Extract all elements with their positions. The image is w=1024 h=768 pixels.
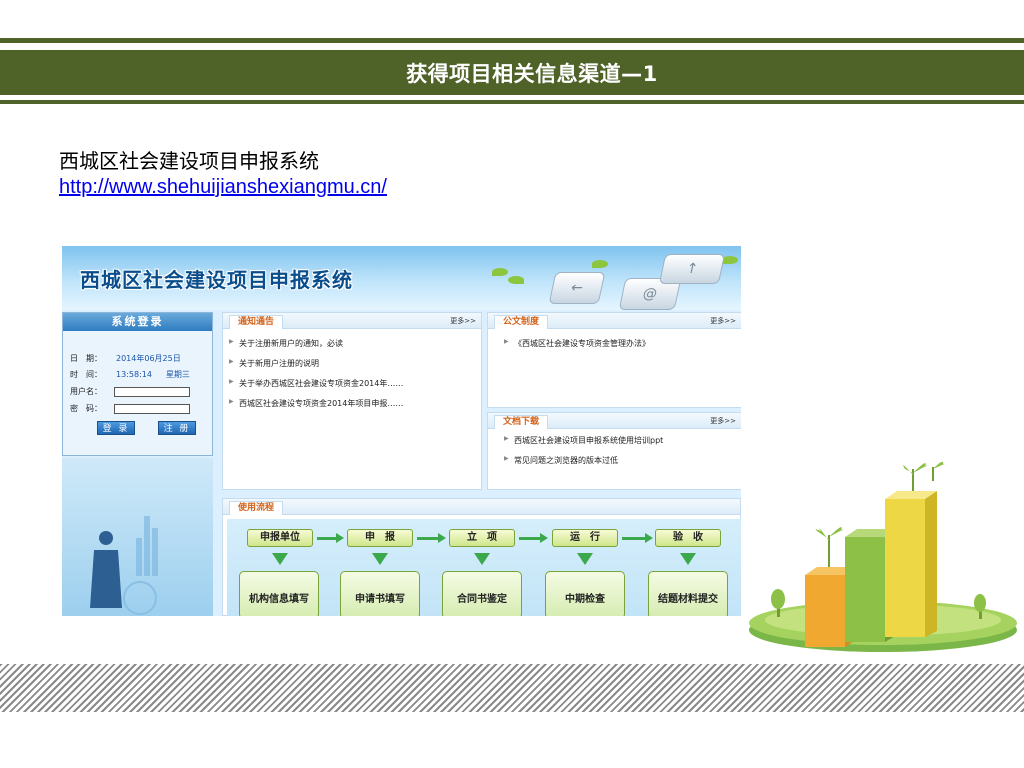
policies-more-link[interactable]: 更多>> bbox=[710, 316, 736, 326]
flow-step: 申报单位 bbox=[247, 529, 313, 547]
keyboard-key-icon: ← bbox=[548, 272, 606, 304]
slide-title: 获得项目相关信息渠道—1 bbox=[406, 61, 658, 86]
notice-item[interactable]: 西城区社会建设专项资金2014年项目申报…… bbox=[229, 398, 481, 409]
flow-box: 合同书鉴定 bbox=[442, 571, 522, 616]
flow-box: 中期检查 bbox=[545, 571, 625, 616]
usage-flow-panel: 使用流程 申报单位 申 报 立 项 运 行 验 收 机构信息填写 申请书填写 合… bbox=[222, 498, 741, 616]
business-figure-icon bbox=[90, 516, 158, 615]
flow-down-arrow bbox=[474, 553, 490, 565]
system-name: 西城区社会建设项目申报系统 bbox=[59, 149, 319, 173]
header-band-bottom-rule bbox=[0, 100, 1024, 104]
password-label: 密 码： bbox=[70, 404, 102, 413]
notices-panel: 通知通告 更多>> 关于注册新用户的通知，必读 关于新用户注册的说明 关于举办西… bbox=[222, 312, 482, 490]
date-row: 日 期： 2014年06月25日 bbox=[70, 353, 181, 364]
site-banner: 西城区社会建设项目申报系统 ← @ ↑ bbox=[62, 246, 741, 310]
flow-arrow bbox=[519, 533, 548, 543]
flow-down-arrow bbox=[272, 553, 288, 565]
left-decor-panel bbox=[62, 458, 213, 616]
policies-panel: 公文制度 更多>> 《西城区社会建设专项资金管理办法》 bbox=[487, 312, 741, 408]
flow-down-arrow bbox=[680, 553, 696, 565]
key-left-arrow-icon: ← bbox=[569, 280, 585, 296]
password-input[interactable] bbox=[114, 404, 190, 414]
key-up-arrow-icon: ↑ bbox=[684, 261, 700, 277]
flow-step: 申 报 bbox=[347, 529, 413, 547]
system-url-link[interactable]: http://www.shehuijianshexiangmu.cn/ bbox=[59, 176, 387, 199]
notices-panel-header: 通知通告 更多>> bbox=[223, 313, 481, 329]
flow-box: 结题材料提交 bbox=[648, 571, 728, 616]
flow-arrow bbox=[417, 533, 446, 543]
download-item[interactable]: 常见问题之浏览器的版本过低 bbox=[504, 455, 741, 466]
date-label: 日 期： bbox=[70, 354, 102, 363]
tab-notices[interactable]: 通知通告 bbox=[229, 315, 284, 329]
login-panel: 系统登录 日 期： 2014年06月25日 时 间： 13:58:14 星期三 用户名… bbox=[62, 312, 213, 456]
downloads-panel: 文档下载 更多>> 西城区社会建设项目申报系统使用培训ppt 常见问题之浏览器的… bbox=[487, 412, 741, 490]
login-button[interactable]: 登 录 bbox=[97, 421, 135, 435]
key-at-sign-icon: @ bbox=[641, 286, 659, 302]
flow-step: 验 收 bbox=[655, 529, 721, 547]
notice-item[interactable]: 关于新用户注册的说明 bbox=[229, 358, 481, 369]
notice-item[interactable]: 关于举办西城区社会建设专项资金2014年…… bbox=[229, 378, 481, 389]
usage-flow-header: 使用流程 bbox=[223, 499, 740, 515]
sprout-icon bbox=[722, 256, 738, 264]
notice-item[interactable]: 关于注册新用户的通知，必读 bbox=[229, 338, 481, 349]
website-screenshot: 西城区社会建设项目申报系统 ← @ ↑ 系统登录 日 期： 2014年06月25日… bbox=[62, 246, 741, 616]
policies-panel-header: 公文制度 更多>> bbox=[488, 313, 741, 329]
flow-arrow bbox=[317, 533, 344, 543]
flow-arrow bbox=[622, 533, 653, 543]
download-item[interactable]: 西城区社会建设项目申报系统使用培训ppt bbox=[504, 435, 741, 446]
sprout-icon bbox=[492, 268, 508, 276]
weekday-value: 星期三 bbox=[165, 370, 190, 379]
flow-down-arrow bbox=[577, 553, 593, 565]
header-band: 获得项目相关信息渠道—1 bbox=[0, 50, 1024, 95]
flow-diagram: 申报单位 申 报 立 项 运 行 验 收 机构信息填写 申请书填写 合同书鉴定 … bbox=[227, 519, 741, 616]
sprout-icon bbox=[508, 276, 524, 284]
notices-more-link[interactable]: 更多>> bbox=[450, 316, 476, 326]
sprout-icon bbox=[592, 260, 608, 268]
tab-usage-flow[interactable]: 使用流程 bbox=[229, 501, 284, 515]
tab-policies[interactable]: 公文制度 bbox=[494, 315, 549, 329]
flow-box: 机构信息填写 bbox=[239, 571, 319, 616]
site-banner-title: 西城区社会建设项目申报系统 bbox=[80, 268, 353, 292]
login-panel-header: 系统登录 bbox=[63, 313, 212, 331]
flow-box: 申请书填写 bbox=[340, 571, 420, 616]
hatched-footer-band bbox=[0, 664, 1024, 712]
downloads-more-link[interactable]: 更多>> bbox=[710, 416, 736, 426]
policy-item[interactable]: 《西城区社会建设专项资金管理办法》 bbox=[504, 338, 741, 349]
flow-down-arrow bbox=[372, 553, 388, 565]
time-label: 时 间： bbox=[70, 370, 102, 379]
downloads-panel-header: 文档下载 更多>> bbox=[488, 413, 741, 429]
date-value: 2014年06月25日 bbox=[116, 354, 181, 363]
username-input[interactable] bbox=[114, 387, 190, 397]
tab-downloads[interactable]: 文档下载 bbox=[494, 415, 549, 429]
register-button[interactable]: 注 册 bbox=[158, 421, 196, 435]
time-value: 13:58:14 bbox=[116, 370, 152, 379]
growth-bars-illustration bbox=[749, 461, 1017, 652]
keyboard-key-icon: ↑ bbox=[658, 254, 726, 284]
time-row: 时 间： 13:58:14 星期三 bbox=[70, 369, 190, 380]
header-band-top-rule bbox=[0, 38, 1024, 43]
flow-step: 立 项 bbox=[449, 529, 515, 547]
flow-step: 运 行 bbox=[552, 529, 618, 547]
username-label: 用户名： bbox=[70, 387, 102, 396]
